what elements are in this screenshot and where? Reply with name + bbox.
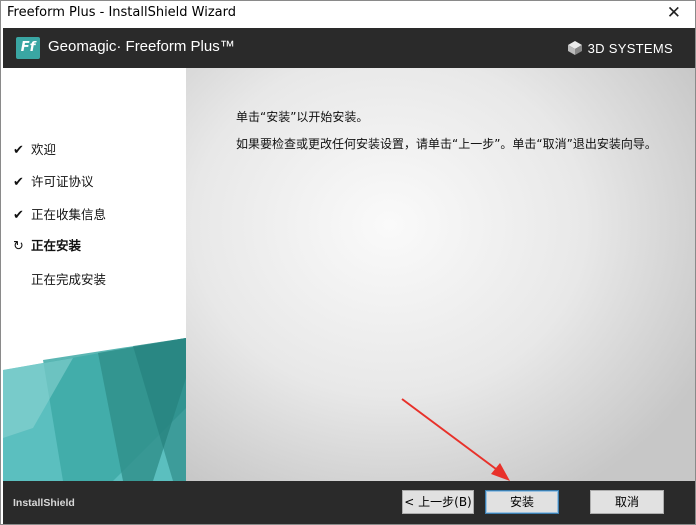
check-icon: ✔: [13, 175, 24, 190]
step-license: ✔ 许可证协议: [13, 173, 94, 191]
step-label: 正在安装: [31, 238, 82, 253]
step-collecting-info: ✔ 正在收集信息: [13, 206, 106, 224]
instruction-line-2: 如果要检查或更改任何安装设置，请单击“上一步”。单击“取消”退出安装向导。: [236, 137, 657, 151]
step-label: 许可证协议: [31, 174, 94, 189]
progress-icon: ↻: [13, 239, 24, 254]
cancel-button[interactable]: 取消: [590, 490, 664, 514]
back-button[interactable]: < 上一步(B): [402, 490, 474, 514]
installshield-brand: InstallShield: [13, 497, 75, 509]
instruction-line-1: 单击“安装”以开始安装。: [236, 110, 369, 124]
step-label: 欢迎: [31, 142, 57, 157]
header-banner: Ff Geomagic· Freeform Plus™ 3D SYSTEMS: [3, 28, 695, 68]
step-welcome: ✔ 欢迎: [13, 141, 56, 159]
3d-systems-logo-icon: [568, 41, 582, 55]
check-icon: ✔: [13, 143, 24, 158]
decorative-graphic: [3, 338, 186, 481]
step-installing: ↻ 正在安装: [13, 237, 81, 255]
vendor-name: 3D SYSTEMS: [587, 41, 673, 56]
freeform-logo-icon: Ff: [16, 37, 40, 59]
window-title: Freeform Plus - InstallShield Wizard: [7, 5, 237, 20]
step-label: 正在收集信息: [31, 207, 107, 222]
product-name: Geomagic· Freeform Plus™: [48, 38, 235, 55]
step-label: 正在完成安装: [31, 272, 107, 287]
check-icon: ✔: [13, 208, 24, 223]
steps-panel: ✔ 欢迎 ✔ 许可证协议 ✔ 正在收集信息 ↻ 正在安装 正在完成安装: [3, 68, 186, 481]
title-bar[interactable]: Freeform Plus - InstallShield Wizard ✕: [1, 1, 695, 27]
install-button[interactable]: 安装: [485, 490, 559, 514]
content-panel: 单击“安装”以开始安装。 如果要检查或更改任何安装设置，请单击“上一步”。单击“…: [186, 68, 695, 481]
installer-window: Freeform Plus - InstallShield Wizard ✕ F…: [0, 0, 696, 525]
step-finishing: 正在完成安装: [13, 271, 106, 289]
footer-bar: InstallShield < 上一步(B) 安装 取消: [3, 481, 695, 524]
close-icon[interactable]: ✕: [667, 3, 681, 23]
